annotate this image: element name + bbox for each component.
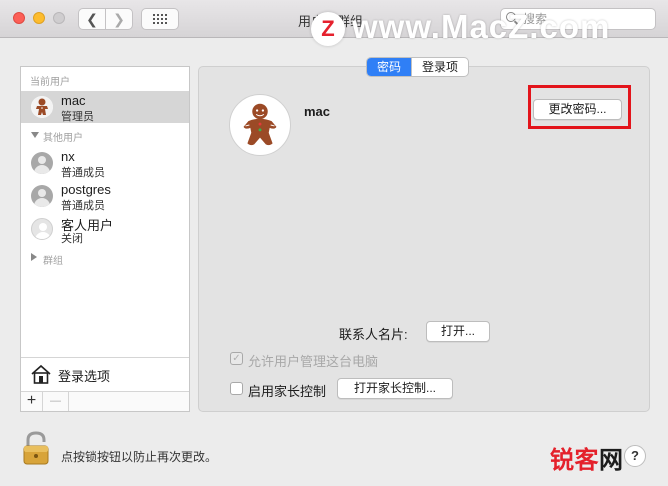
login-options-item[interactable]: 登录选项 (21, 357, 189, 389)
parental-controls-label: 启用家长控制 (248, 384, 327, 399)
help-button[interactable]: ? (624, 445, 646, 467)
house-icon (31, 364, 51, 384)
add-remove-bar: + — (21, 391, 189, 411)
selected-user-name: mac (304, 104, 331, 119)
watermark-logo: Z (311, 12, 345, 46)
groups-label[interactable]: 群组 (43, 252, 63, 267)
user-name: postgres (61, 182, 111, 197)
minimize-window-button[interactable] (33, 12, 45, 24)
parental-controls-checkbox[interactable] (230, 382, 243, 395)
login-options-label: 登录选项 (58, 369, 111, 384)
lock-hint-text: 点按锁按钮以防止再次更改。 (61, 450, 218, 464)
allow-admin-label: 允许用户管理这台电脑 (248, 354, 379, 369)
user-item-guest[interactable]: 客人用户 关闭 (21, 213, 189, 245)
user-name: mac (61, 93, 86, 108)
user-silhouette-icon (31, 185, 53, 207)
allow-admin-checkbox[interactable]: ✓ (230, 352, 243, 365)
gingerbread-avatar-icon (31, 96, 53, 118)
guest-silhouette-icon (31, 218, 53, 240)
lock-icon[interactable] (21, 430, 51, 466)
disclosure-down-icon[interactable] (31, 132, 39, 138)
add-user-button[interactable]: + (21, 392, 43, 411)
open-contact-card-button[interactable]: 打开... (426, 321, 490, 342)
chevron-left-icon: ❮ (86, 10, 98, 27)
current-users-label: 当前用户 (30, 77, 70, 88)
user-item-nx[interactable]: nx 普通成员 (21, 147, 189, 179)
remove-user-button[interactable]: — (43, 392, 69, 411)
chevron-right-icon: ❯ (113, 10, 125, 27)
user-silhouette-icon (31, 152, 53, 174)
user-item-postgres[interactable]: postgres 普通成员 (21, 180, 189, 212)
open-parental-controls-button[interactable]: 打开家长控制... (337, 378, 453, 399)
change-password-button[interactable]: 更改密码... (533, 99, 622, 120)
disclosure-right-icon[interactable] (31, 253, 37, 261)
zoom-window-button[interactable] (53, 12, 65, 24)
grid-icon (153, 14, 167, 24)
user-role: 普通成员 (61, 167, 105, 179)
other-users-label: 其他用户 (43, 133, 83, 144)
tab-password[interactable]: 密码 (367, 58, 412, 76)
tab-login-items[interactable]: 登录项 (411, 58, 468, 76)
back-button[interactable]: ❮ (78, 8, 106, 30)
contact-card-label: 联系人名片: (339, 327, 408, 342)
user-role: 关闭 (61, 233, 83, 245)
forward-button[interactable]: ❯ (105, 8, 133, 30)
user-role: 管理员 (61, 111, 94, 123)
checkmark-icon: ✓ (232, 353, 241, 364)
user-role: 普通成员 (61, 200, 105, 212)
tab-bar: 密码 登录项 (366, 57, 470, 77)
user-name: nx (61, 149, 75, 164)
close-window-button[interactable] (13, 12, 25, 24)
gingerbread-avatar-icon[interactable] (229, 94, 291, 156)
watermark-text: www.MacZ.com (352, 8, 611, 45)
watermark-bottom: 锐客网 (550, 447, 624, 474)
user-item-mac[interactable]: mac 管理员 (21, 91, 189, 123)
show-all-button[interactable] (141, 8, 179, 30)
users-sidebar: 当前用户 mac 管理员 其他用户 nx 普通成员 postgres 普通成员 … (20, 66, 190, 412)
